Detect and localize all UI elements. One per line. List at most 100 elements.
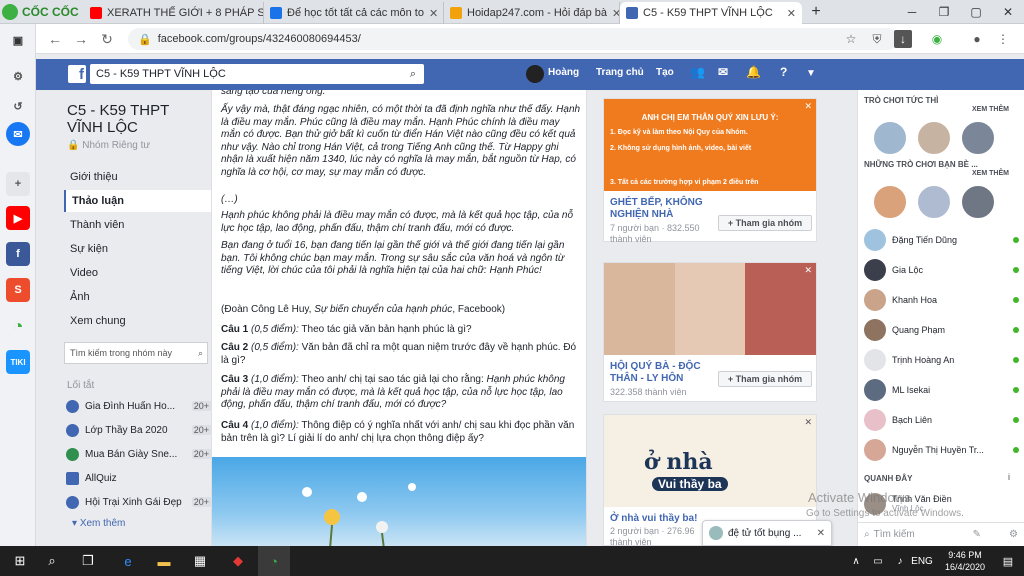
suggested-group-card[interactable]: ANH CHỊ EM THÂN QUÝ XIN LƯU Ý: 1. Đọc kỹ…: [603, 98, 817, 244]
friends-icon[interactable]: 👥: [690, 65, 705, 79]
suggested-group-card[interactable]: ✕ HỘI QUÝ BÀ - ĐỘC THÂN - LY HÔN 322.358…: [603, 262, 817, 402]
search-icon[interactable]: ⌕: [36, 546, 68, 576]
store-icon[interactable]: ▦: [184, 546, 216, 576]
star-icon[interactable]: ☆: [842, 30, 860, 48]
settings-icon[interactable]: ⚙: [6, 64, 30, 88]
contact-item[interactable]: ML Isekai: [864, 378, 1019, 402]
see-more-link[interactable]: ▾ Xem thêm: [72, 518, 125, 529]
avatar[interactable]: [526, 65, 544, 83]
create-link[interactable]: Tạo: [656, 67, 674, 78]
shopee-icon[interactable]: S: [6, 278, 30, 302]
tab-hoidap247[interactable]: Hoidap247.com - Hỏi đáp bà✕: [444, 2, 620, 24]
task-view-icon[interactable]: ❐: [72, 546, 104, 576]
contact-item[interactable]: Trịnh Hoàng An: [864, 348, 1019, 372]
info-icon[interactable]: i: [1008, 472, 1010, 482]
contact-item[interactable]: Quang Phạm: [864, 318, 1019, 342]
facebook-search-input[interactable]: C5 - K59 THPT VĨNH LỘC ⌕: [90, 64, 424, 84]
group-name[interactable]: GHÉT BẾP, KHÔNG NGHIỆN NHÀ: [610, 197, 714, 221]
see-more-link[interactable]: XEM THÊM: [972, 106, 1009, 113]
nav-watch-party[interactable]: Xem chung: [64, 310, 211, 332]
sidebar-toggle-icon[interactable]: ▣: [6, 28, 30, 52]
facebook-icon[interactable]: f: [6, 242, 30, 266]
youtube-icon[interactable]: ▶: [6, 206, 30, 230]
contact-item[interactable]: Gia Lộc: [864, 258, 1019, 282]
search-icon[interactable]: ⌕: [198, 348, 203, 359]
group-name[interactable]: HỘI QUÝ BÀ - ĐỘC THÂN - LY HÔN: [610, 361, 714, 385]
nav-discussion[interactable]: Thảo luận: [64, 190, 211, 212]
new-tab-button[interactable]: +: [800, 0, 832, 24]
notifications-icon[interactable]: 🔔: [746, 65, 761, 79]
join-group-button[interactable]: + Tham gia nhóm: [718, 371, 812, 387]
tiki-icon[interactable]: TIKI: [6, 350, 30, 374]
messenger-icon[interactable]: ✉: [718, 65, 728, 79]
messenger-icon[interactable]: ✉: [6, 122, 30, 146]
tab-facebook-group[interactable]: C5 - K59 THPT VĨNH LỘC ✕: [620, 2, 802, 24]
game-avatar[interactable]: [872, 184, 908, 220]
menu-icon[interactable]: ⋮: [994, 30, 1012, 48]
notification-center-icon[interactable]: ▤: [992, 546, 1024, 576]
home-link[interactable]: Trang chủ: [596, 67, 644, 78]
close-icon[interactable]: ✕: [804, 101, 812, 112]
search-icon[interactable]: ⌕: [410, 68, 416, 81]
reload-icon[interactable]: ↻: [96, 28, 118, 50]
garena-icon[interactable]: ◆: [222, 546, 254, 576]
see-more-link[interactable]: XEM THÊM: [972, 170, 1009, 177]
shortcut-item[interactable]: Hội Trại Xinh Gái Đẹp 20+: [66, 492, 211, 512]
close-icon[interactable]: ✕: [429, 7, 438, 20]
game-avatar[interactable]: [916, 184, 952, 220]
nav-about[interactable]: Giới thiệu: [64, 166, 211, 188]
coccoc-extension-icon[interactable]: ◉: [928, 30, 946, 48]
shortcut-item[interactable]: Mua Bán Giày Sne... 20+: [66, 444, 211, 464]
clock[interactable]: 9:46 PM 16/4/2020: [940, 549, 990, 573]
close-icon[interactable]: ✕: [787, 7, 796, 20]
compose-icon[interactable]: ✎: [973, 529, 981, 540]
download-icon[interactable]: ↓: [894, 30, 912, 48]
close-window-button[interactable]: ✕: [992, 0, 1024, 24]
facebook-logo[interactable]: f: [68, 65, 86, 83]
close-icon[interactable]: ✕: [817, 528, 825, 539]
close-icon[interactable]: ✕: [612, 7, 619, 20]
game-avatar[interactable]: [960, 120, 996, 156]
group-search-input[interactable]: Tìm kiếm trong nhóm này ⌕: [64, 342, 208, 364]
windows-start-icon[interactable]: ⊞: [4, 546, 36, 576]
nav-members[interactable]: Thành viên: [64, 214, 211, 236]
tab-xerath[interactable]: XERATH THẾ GIỚI + 8 PHÁP S✕: [84, 2, 264, 24]
group-title[interactable]: C5 - K59 THPT VĨNH LỘC: [67, 102, 207, 136]
contact-item[interactable]: Đặng Tiến Dũng: [864, 228, 1019, 252]
language-indicator[interactable]: ENG: [904, 546, 940, 576]
gear-icon[interactable]: ⚙: [1009, 529, 1018, 540]
join-group-button[interactable]: + Tham gia nhóm: [718, 215, 812, 231]
add-icon[interactable]: +: [6, 172, 30, 196]
coccoc-icon[interactable]: ◔: [6, 314, 30, 338]
close-icon[interactable]: ✕: [804, 265, 812, 276]
maximize-button[interactable]: ▢: [960, 0, 992, 24]
restore-button[interactable]: ❐: [928, 0, 960, 24]
shortcut-item[interactable]: Lớp Thầy Ba 2020 20+: [66, 420, 211, 440]
nav-videos[interactable]: Video: [64, 262, 211, 284]
chat-search-input[interactable]: ⌕ Tìm kiếm ✎ ⚙: [858, 522, 1024, 546]
close-icon[interactable]: ✕: [804, 417, 812, 428]
history-icon[interactable]: ↺: [6, 94, 30, 118]
account-icon[interactable]: ●: [968, 30, 986, 48]
address-bar[interactable]: 🔒 facebook.com/groups/432460080694453/: [128, 28, 898, 50]
nav-events[interactable]: Sự kiện: [64, 238, 211, 260]
account-menu-icon[interactable]: ▼: [806, 68, 816, 79]
shortcut-item[interactable]: Gia Đình Huấn Ho... 20+: [66, 396, 211, 416]
shortcut-item[interactable]: AllQuiz: [66, 468, 211, 488]
contact-item[interactable]: Khanh Hoa: [864, 288, 1019, 312]
contact-item[interactable]: Bạch Liên: [864, 408, 1019, 432]
browser-logo[interactable]: CỐC CỐC: [2, 2, 82, 22]
game-avatar[interactable]: [960, 184, 996, 220]
shield-icon[interactable]: ⛨: [868, 30, 886, 48]
game-avatar[interactable]: [872, 120, 908, 156]
forward-arrow-icon[interactable]: →: [70, 28, 92, 50]
coccoc-taskbar-icon[interactable]: ◔: [258, 546, 290, 576]
post-photo[interactable]: [212, 457, 586, 546]
game-avatar[interactable]: [916, 120, 952, 156]
tab-de-hoc-tot[interactable]: Để học tốt tất cả các môn to ✕: [264, 2, 444, 24]
chat-popup-tab[interactable]: đệ tử tốt bụng ... ✕: [702, 520, 832, 546]
edge-icon[interactable]: e: [112, 546, 144, 576]
file-explorer-icon[interactable]: ▬: [148, 546, 180, 576]
help-icon[interactable]: ?: [780, 65, 787, 79]
contact-item[interactable]: Nguyễn Thị Huyền Tr...: [864, 438, 1019, 462]
